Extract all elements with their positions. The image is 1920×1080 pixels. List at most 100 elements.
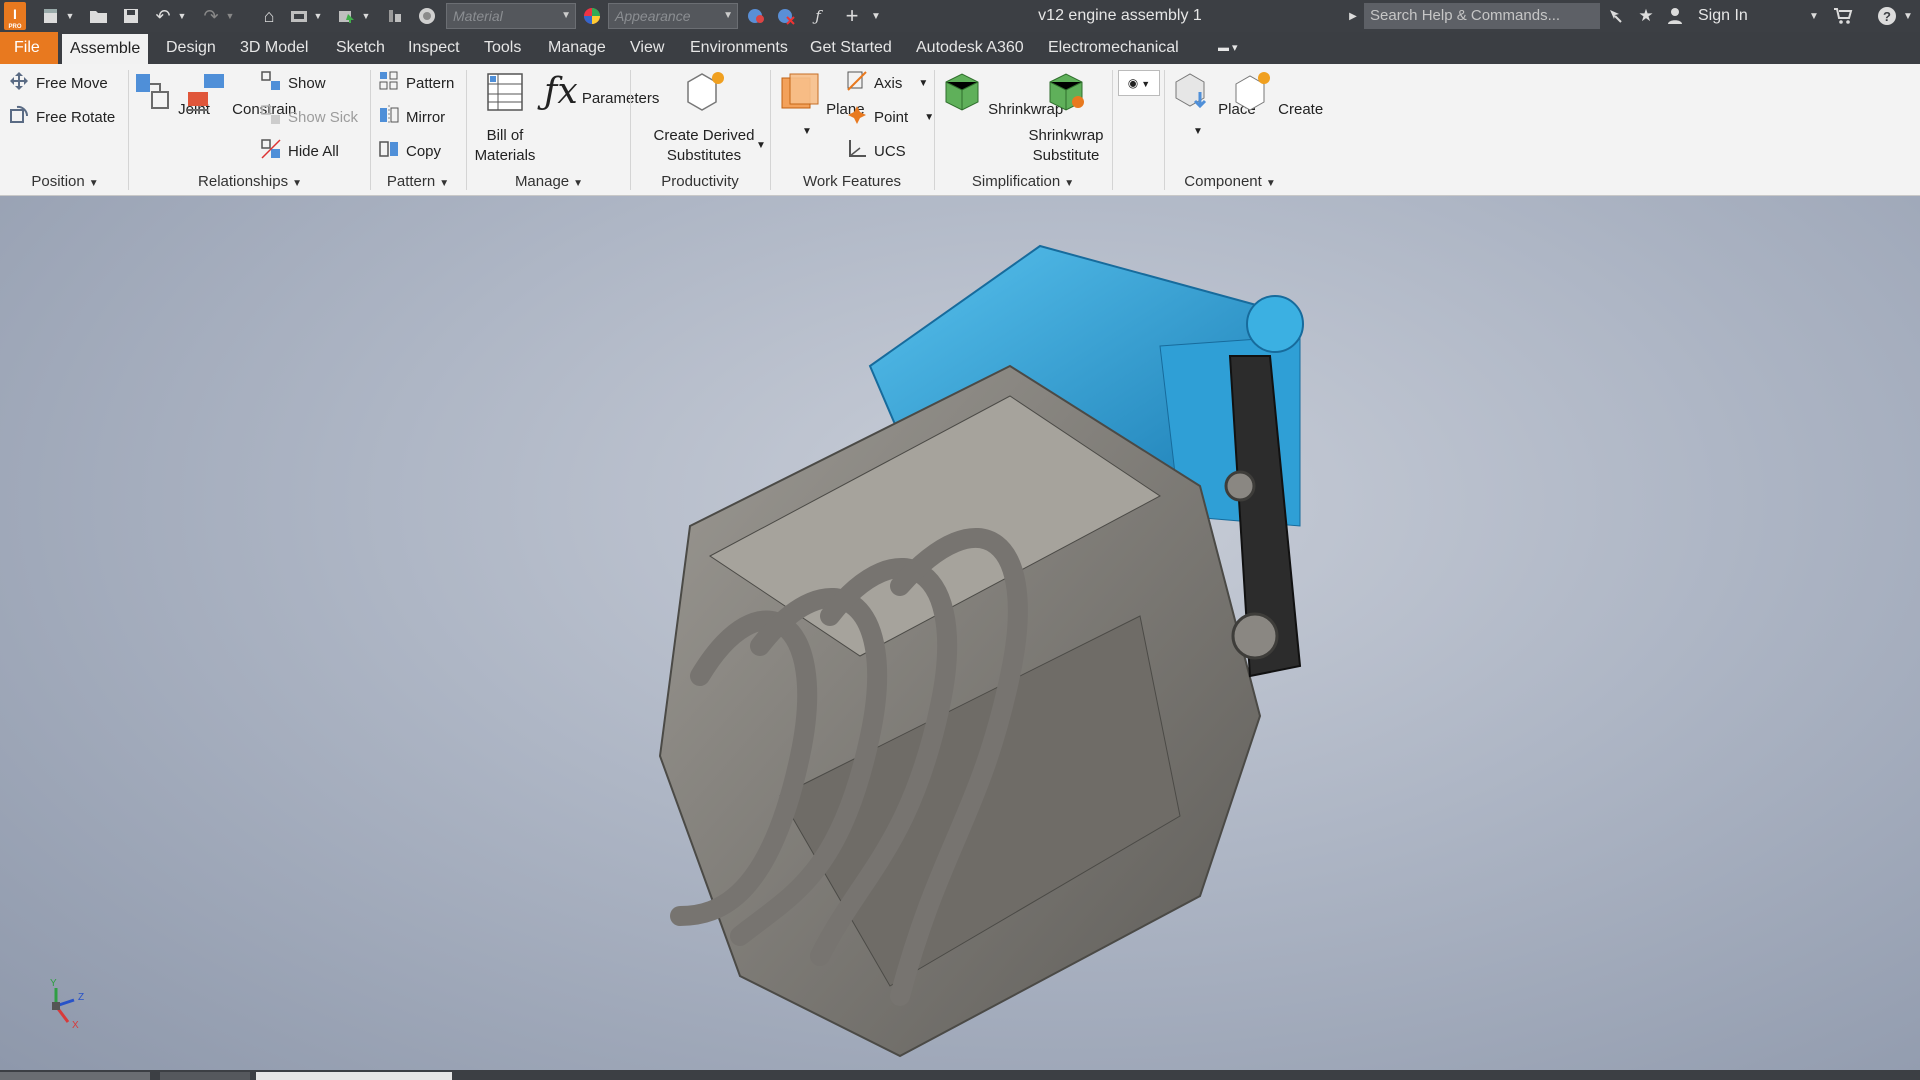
bill-of-materials-button[interactable]: Bill of Materials [470, 70, 540, 166]
show-sick-button[interactable]: Show Sick [260, 104, 358, 130]
panel-label-component[interactable]: Component ▼ [1166, 170, 1294, 194]
engine-model[interactable] [0, 196, 1920, 1070]
copy-button[interactable]: Copy [378, 138, 441, 164]
parameters-fx-icon[interactable]: ƒ [806, 6, 830, 26]
shrinkwrap-substitute-icon [1044, 70, 1088, 120]
tab-inspect[interactable]: Inspect [400, 32, 468, 64]
redo-dropdown-icon[interactable]: ▼ [224, 6, 236, 26]
point-dropdown-icon[interactable]: ▼ [924, 112, 934, 123]
copy-icon [378, 138, 400, 164]
document-tab[interactable] [160, 1072, 250, 1080]
pattern-button[interactable]: Pattern [378, 70, 454, 96]
tab-manage[interactable]: Manage [540, 32, 614, 64]
select-icon[interactable] [334, 6, 360, 26]
appearance-ball-icon[interactable] [580, 6, 604, 26]
free-rotate-icon [8, 104, 30, 130]
place-button[interactable]: Place ▼ [1170, 70, 1256, 138]
shrinkwrap-button[interactable]: Shrinkwrap [940, 70, 1063, 126]
triad-z-label: Z [78, 992, 85, 1003]
tab-environments[interactable]: Environments [682, 32, 796, 64]
show-button[interactable]: Show [260, 70, 326, 96]
tab-get-started[interactable]: Get Started [802, 32, 900, 64]
favorites-star-icon[interactable]: ★ [1634, 6, 1658, 26]
tab-sketch[interactable]: Sketch [328, 32, 393, 64]
plane-button[interactable]: Plane ▼ [778, 70, 865, 138]
chevron-down-icon: ▼ [292, 178, 302, 189]
cart-icon[interactable] [1830, 6, 1856, 26]
sign-in-link[interactable]: Sign In [1698, 0, 1748, 32]
add-icon[interactable]: + [840, 3, 864, 28]
update-icon[interactable] [286, 6, 312, 26]
free-move-button[interactable]: Free Move [8, 70, 108, 96]
new-dropdown-icon[interactable]: ▼ [64, 6, 76, 26]
new-file-icon[interactable] [38, 6, 64, 26]
tab-assemble[interactable]: Assemble [62, 34, 149, 64]
ribbon-divider [128, 70, 129, 190]
hide-all-button[interactable]: Hide All [260, 138, 339, 164]
triad-x-label: X [72, 1020, 79, 1031]
panel-label-work-features[interactable]: Work Features [772, 170, 932, 194]
graphics-viewport[interactable]: Y Z X [0, 196, 1920, 1070]
tab-autodesk-a360[interactable]: Autodesk A360 [908, 32, 1032, 64]
ucs-button[interactable]: UCS [846, 138, 906, 164]
select-dropdown-icon[interactable]: ▼ [360, 6, 372, 26]
ribbon-display-toggle-icon[interactable]: ▬ ▾ [1210, 32, 1246, 64]
parameters-button[interactable]: ƒx Parameters [544, 70, 659, 120]
tab-electromechanical[interactable]: Electromechanical [1040, 32, 1187, 64]
update-dropdown-icon[interactable]: ▼ [312, 6, 324, 26]
tab-view[interactable]: View [622, 32, 672, 64]
search-input[interactable]: Search Help & Commands... [1364, 3, 1600, 29]
axis-dropdown-icon[interactable]: ▼ [918, 78, 928, 89]
adjust-appearance-icon[interactable] [744, 6, 768, 26]
account-dropdown-icon[interactable]: ▼ [1806, 6, 1822, 26]
search-icon[interactable] [1604, 6, 1628, 26]
material-select[interactable]: Material ▼ [446, 3, 576, 29]
help-icon[interactable]: ? [1874, 6, 1900, 26]
document-tabs-strip[interactable] [0, 1072, 150, 1080]
create-component-button[interactable]: Create [1230, 70, 1323, 126]
create-derived-dropdown-icon[interactable]: ▼ [756, 140, 766, 151]
constrain-button[interactable]: Constrain [184, 70, 296, 126]
joint-button[interactable]: Joint [134, 70, 210, 126]
plane-dropdown-icon[interactable]: ▼ [778, 126, 836, 138]
panel-label-simplification[interactable]: Simplification ▼ [936, 170, 1110, 194]
point-button[interactable]: Point ▼ [846, 104, 934, 130]
panel-label-relationships[interactable]: Relationships ▼ [132, 170, 368, 194]
home-icon[interactable]: ⌂ [256, 6, 282, 26]
shrinkwrap-substitute-button[interactable]: Shrinkwrap Substitute [1024, 70, 1108, 166]
axis-button[interactable]: Axis ▼ [846, 70, 928, 96]
appearance-select[interactable]: Appearance ▼ [608, 3, 738, 29]
measure-icon[interactable] [382, 6, 408, 26]
place-dropdown-icon[interactable]: ▼ [1170, 126, 1226, 138]
undo-dropdown-icon[interactable]: ▼ [176, 6, 188, 26]
chevron-down-icon: ▼ [1064, 178, 1075, 189]
tab-file[interactable]: File [0, 32, 58, 64]
mirror-button[interactable]: Mirror [378, 104, 445, 130]
panel-label-pattern[interactable]: Pattern ▼ [372, 170, 464, 194]
tab-3d-model[interactable]: 3D Model [232, 32, 316, 64]
visibility-dropdown[interactable]: ◉ ▼ [1118, 70, 1160, 96]
view-triad[interactable]: Y Z X [40, 976, 100, 1036]
user-icon [1666, 6, 1684, 26]
create-derived-substitutes-button[interactable]: Create Derived Substitutes [640, 70, 768, 166]
help-dropdown-icon[interactable]: ▼ [1900, 6, 1916, 26]
title-bar: I PRO ▼ ↶ ▼ ↷ ▼ ⌂ ▼ ▼ Material ▼ Appearanc… [0, 0, 1920, 32]
ribbon-divider [1164, 70, 1165, 190]
app-logo[interactable]: I PRO [4, 2, 26, 30]
chevron-down-icon: ▼ [1141, 79, 1151, 89]
free-rotate-button[interactable]: Free Rotate [8, 104, 115, 130]
document-tab-active[interactable] [256, 1072, 452, 1080]
color-globe-icon[interactable] [414, 6, 440, 26]
undo-icon[interactable]: ↶ [150, 6, 176, 26]
save-icon[interactable] [118, 6, 144, 26]
customize-qat-icon[interactable]: ▼ [868, 6, 884, 26]
tab-tools[interactable]: Tools [476, 32, 529, 64]
expand-search-icon[interactable]: ▶ [1346, 6, 1360, 26]
open-icon[interactable] [86, 6, 112, 26]
panel-label-manage[interactable]: Manage ▼ [468, 170, 630, 194]
panel-label-productivity[interactable]: Productivity [632, 170, 768, 194]
tab-design[interactable]: Design [158, 32, 224, 64]
clear-appearance-icon[interactable] [774, 6, 798, 26]
redo-icon[interactable]: ↷ [198, 6, 224, 26]
panel-label-position[interactable]: Position ▼ [4, 170, 126, 194]
